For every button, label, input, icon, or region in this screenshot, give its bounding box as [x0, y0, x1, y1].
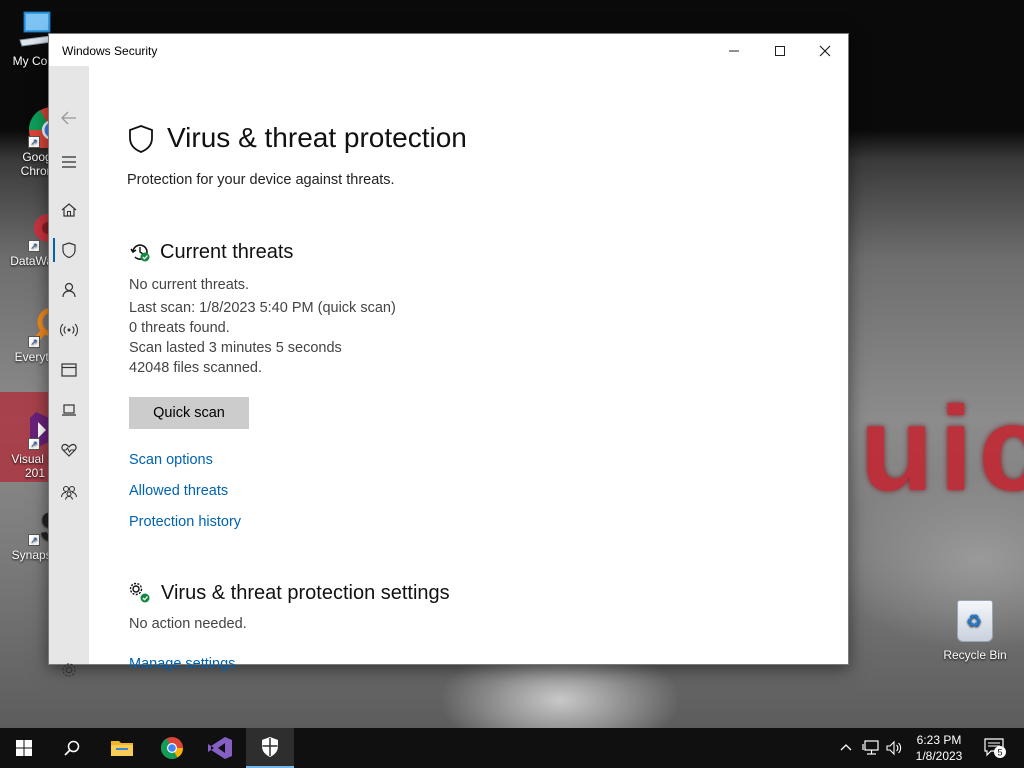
shortcut-arrow-icon: ↗	[28, 136, 40, 148]
file-explorer-icon	[111, 741, 133, 756]
chevron-up-icon	[840, 744, 852, 751]
page-subtitle: Protection for your device against threa…	[127, 172, 395, 188]
page-title: Virus & threat protection	[167, 122, 467, 153]
chrome-taskbar-button[interactable]	[148, 728, 196, 768]
last-scan: Last scan: 1/8/2023 5:40 PM (quick scan)	[129, 300, 396, 316]
maximize-icon	[775, 46, 785, 57]
nav-home[interactable]	[49, 194, 89, 226]
show-hidden-icons-button[interactable]	[836, 728, 856, 768]
scan-history-icon	[130, 244, 150, 262]
desktop-icon-recycle-bin[interactable]: ♻ Recycle Bin	[940, 600, 1010, 662]
nav-app-browser-control[interactable]	[49, 354, 89, 386]
recycle-bin-icon: ♻	[957, 600, 993, 642]
start-button[interactable]	[0, 728, 48, 768]
windows-security-icon	[262, 737, 278, 757]
shortcut-arrow-icon: ↗	[28, 240, 40, 252]
system-clock[interactable]: 6:23 PM 1/8/2023	[904, 732, 974, 764]
chrome-icon	[161, 737, 183, 759]
menu-button[interactable]	[49, 146, 89, 178]
back-button[interactable]	[49, 102, 89, 134]
manage-settings-link[interactable]: Manage settings	[129, 656, 235, 672]
allowed-threats-link[interactable]: Allowed threats	[129, 483, 228, 499]
family-icon	[60, 485, 78, 500]
desktop-icon-label: Recycle Bin	[943, 648, 1007, 662]
nav-virus-threat-protection[interactable]	[49, 234, 89, 266]
home-icon	[61, 203, 77, 217]
title-bar[interactable]: Windows Security	[49, 34, 848, 66]
back-icon	[61, 111, 76, 125]
minimize-button[interactable]	[711, 34, 757, 66]
nav-settings-button[interactable]	[49, 654, 89, 686]
threats-found: 0 threats found.	[129, 320, 230, 336]
start-icon	[16, 740, 32, 756]
scan-options-link[interactable]: Scan options	[129, 452, 213, 468]
protection-history-link[interactable]: Protection history	[129, 514, 241, 530]
network-button[interactable]	[860, 728, 882, 768]
settings-status: No action needed.	[129, 616, 247, 632]
shortcut-arrow-icon: ↗	[28, 534, 40, 546]
windows-security-window: Windows Security Virus & threat protecti…	[48, 33, 849, 677]
search-button[interactable]	[48, 728, 96, 768]
search-icon	[64, 740, 80, 756]
main-content: Virus & threat protection Protection for…	[89, 66, 848, 672]
clock-time: 6:23 PM	[916, 733, 962, 747]
close-button[interactable]	[802, 34, 848, 66]
nav-firewall-network[interactable]	[49, 314, 89, 346]
notification-center-button[interactable]: 5	[980, 728, 1010, 768]
current-threats-heading: Current threats	[160, 241, 294, 263]
settings-gears-icon	[129, 582, 150, 603]
threat-status: No current threats.	[129, 277, 250, 293]
sidebar	[49, 66, 89, 677]
notification-count: 5	[997, 748, 1002, 758]
maximize-button[interactable]	[757, 34, 803, 66]
volume-button[interactable]	[884, 728, 904, 768]
wallpaper-text: uic	[860, 382, 1024, 516]
nav-device-security[interactable]	[49, 394, 89, 426]
network-icon	[862, 740, 879, 755]
menu-icon	[62, 156, 76, 168]
shield-icon	[129, 125, 153, 153]
close-icon	[819, 45, 831, 57]
shortcut-arrow-icon: ↗	[28, 336, 40, 348]
clock-date: 1/8/2023	[915, 749, 963, 763]
settings-heading: Virus & threat protection settings	[161, 582, 450, 604]
nav-device-health[interactable]	[49, 434, 89, 466]
scan-duration: Scan lasted 3 minutes 5 seconds	[129, 340, 342, 356]
volume-icon	[886, 740, 902, 756]
device-health-icon	[61, 443, 77, 457]
app-browser-icon	[61, 363, 77, 377]
shortcut-arrow-icon: ↗	[28, 438, 40, 450]
settings-icon	[62, 663, 76, 677]
taskbar: 6:23 PM 1/8/2023 5	[0, 728, 1024, 768]
firewall-icon	[60, 323, 78, 337]
visual-studio-taskbar-button[interactable]	[196, 728, 244, 768]
device-security-icon	[62, 404, 76, 416]
minimize-icon	[729, 50, 739, 52]
notification-icon: 5	[984, 738, 1006, 758]
account-icon	[62, 282, 76, 298]
file-explorer-button[interactable]	[98, 728, 146, 768]
nav-family-options[interactable]	[49, 476, 89, 508]
nav-account-protection[interactable]	[49, 274, 89, 306]
files-scanned: 42048 files scanned.	[129, 360, 263, 376]
windows-security-taskbar-button[interactable]	[246, 728, 294, 768]
shield-icon	[62, 242, 76, 259]
quick-scan-button[interactable]: Quick scan	[129, 397, 249, 429]
window-title: Windows Security	[62, 44, 158, 58]
visual-studio-icon	[208, 737, 232, 759]
